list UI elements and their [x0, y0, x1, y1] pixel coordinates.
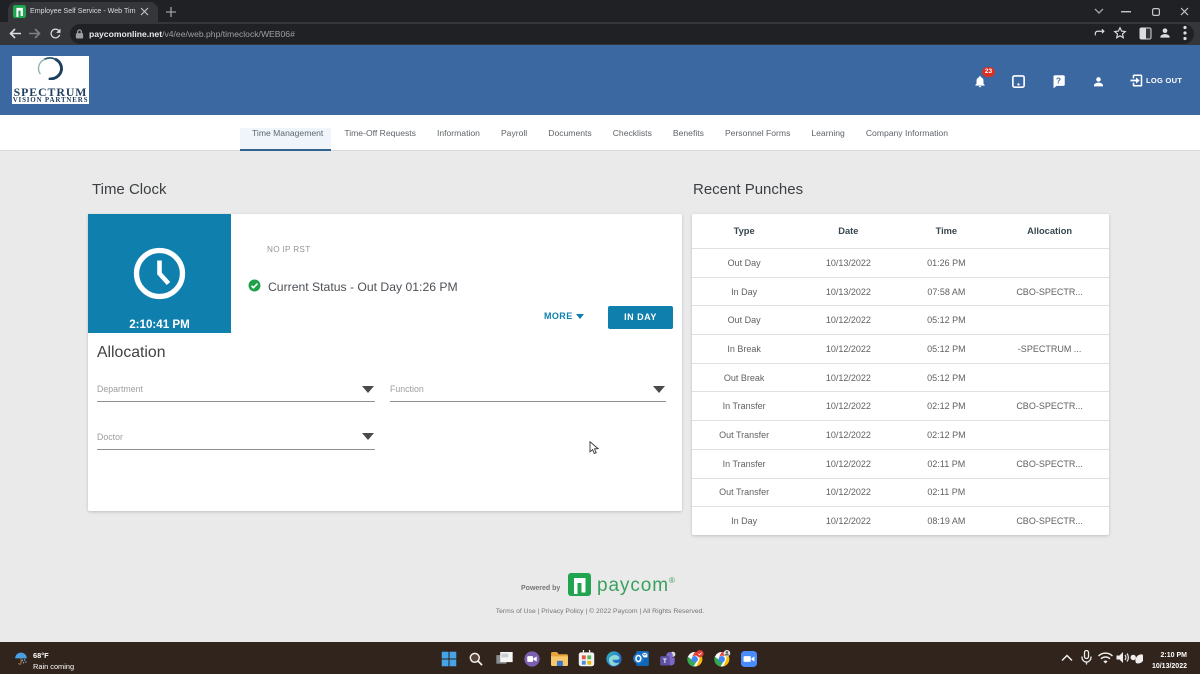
svg-text:?: ?	[1056, 77, 1061, 86]
svg-text:T: T	[663, 658, 667, 665]
